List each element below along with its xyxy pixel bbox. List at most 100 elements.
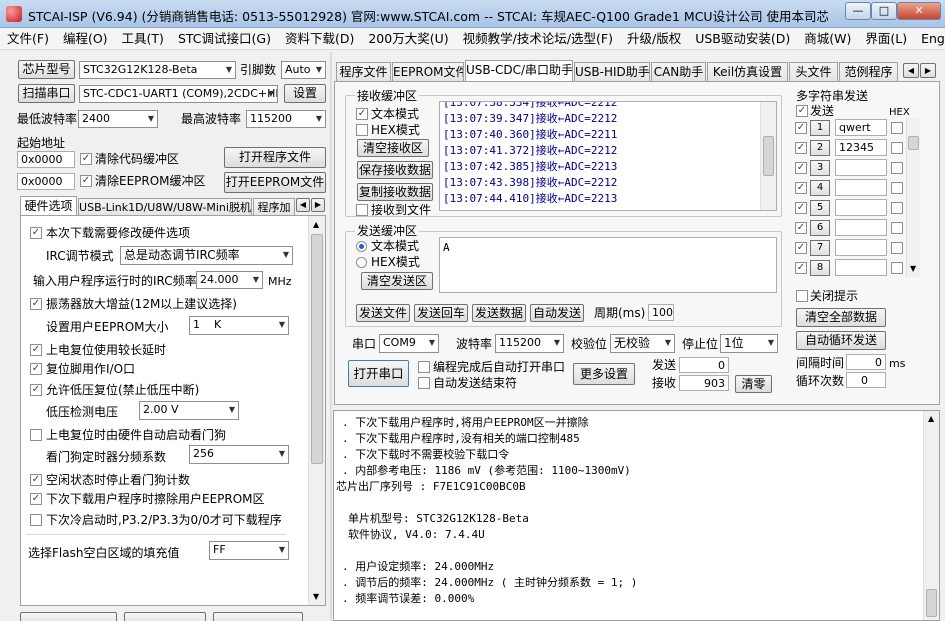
receive-text-area[interactable]: [13:07:38.334]接收←ADC=2212 [13:07:39.347]…	[439, 101, 777, 211]
multi-send-scrollbar[interactable]: ▼	[906, 118, 920, 278]
menu-upgrade[interactable]: 升级/版权	[620, 29, 688, 49]
auto-loop-send-button[interactable]: 自动循环发送	[796, 331, 886, 350]
chip-model-select[interactable]: STC32G12K128-Beta ▼	[79, 61, 236, 79]
tab-program-add[interactable]: 程序加	[253, 198, 295, 216]
auto-send-button[interactable]: 自动发送	[530, 304, 584, 322]
send-text-mode-radio[interactable]	[356, 241, 367, 252]
scrollbar-thumb[interactable]	[908, 136, 919, 150]
clear-count-button[interactable]: 清零	[735, 375, 772, 393]
multi-row-6-send-button[interactable]: 6	[810, 220, 830, 236]
receive-to-file-checkbox[interactable]	[356, 204, 368, 216]
tab-scroll-right-icon[interactable]: ▶	[311, 198, 325, 212]
auto-watchdog-checkbox[interactable]	[30, 429, 42, 441]
p32-p33-download-checkbox[interactable]	[30, 514, 42, 526]
auto-open-port-checkbox[interactable]	[418, 361, 430, 373]
multi-row-7-input[interactable]	[835, 239, 887, 256]
baud-rate-select[interactable]: 115200 ▼	[495, 334, 564, 353]
send-text-area[interactable]: A	[439, 237, 777, 293]
menu-debug[interactable]: STC调试接口(G)	[171, 29, 278, 49]
tab-keil-settings[interactable]: Keil仿真设置	[707, 62, 788, 81]
multi-row-4-hex-checkbox[interactable]	[891, 182, 903, 194]
menu-interface[interactable]: 界面(L)	[858, 29, 914, 49]
multi-row-1-send-button[interactable]: 1	[810, 120, 830, 136]
settings-button[interactable]: 设置	[284, 84, 326, 103]
receive-scrollbar[interactable]	[760, 102, 776, 210]
bottom-button-1[interactable]	[20, 612, 117, 621]
tab-usb-link[interactable]: USB-Link1D/U8W/U8W-Mini脱机	[78, 198, 252, 216]
menu-shop[interactable]: 商城(W)	[797, 29, 858, 49]
bottom-button-3[interactable]	[213, 612, 303, 621]
modify-hw-options-checkbox[interactable]: ✓	[30, 227, 42, 239]
menu-prize[interactable]: 200万大奖(U)	[361, 29, 455, 49]
erase-eeprom-checkbox[interactable]: ✓	[30, 493, 42, 505]
multi-row-2-hex-checkbox[interactable]	[891, 142, 903, 154]
scroll-down-icon[interactable]: ▼	[910, 264, 916, 273]
multi-row-1-input[interactable]: qwert	[835, 119, 887, 136]
multi-row-8-checkbox[interactable]: ✓	[795, 262, 807, 274]
menu-file[interactable]: 文件(F)	[0, 29, 56, 49]
lvd-voltage-select[interactable]: 2.00 V ▼	[139, 401, 239, 420]
user-freq-select[interactable]: 24.000 ▼	[196, 271, 263, 289]
menu-download[interactable]: 资料下载(D)	[278, 29, 361, 49]
low-voltage-reset-checkbox[interactable]: ✓	[30, 384, 42, 396]
serial-port-select[interactable]: COM9 ▼	[379, 334, 439, 353]
multi-row-3-input[interactable]	[835, 159, 887, 176]
recv-hex-mode-checkbox[interactable]	[356, 124, 368, 136]
minimize-button[interactable]: —	[845, 2, 871, 20]
multi-row-5-hex-checkbox[interactable]	[891, 202, 903, 214]
multi-row-3-send-button[interactable]: 3	[810, 160, 830, 176]
stop-bits-select[interactable]: 1位 ▼	[720, 334, 778, 353]
output-scrollbar[interactable]: ▲	[923, 411, 939, 620]
eeprom-start-address-input[interactable]: 0x0000	[17, 173, 75, 190]
multi-row-6-checkbox[interactable]: ✓	[795, 222, 807, 234]
eeprom-size-select[interactable]: 1 K ▼	[189, 316, 289, 335]
multi-row-8-input[interactable]	[835, 259, 887, 276]
more-settings-button[interactable]: 更多设置	[573, 363, 635, 385]
long-reset-delay-checkbox[interactable]: ✓	[30, 344, 42, 356]
code-start-address-input[interactable]: 0x0000	[17, 151, 75, 168]
scrollbar-thumb[interactable]	[311, 234, 323, 464]
recv-text-mode-checkbox[interactable]: ✓	[356, 108, 368, 120]
tab-header-file[interactable]: 头文件	[789, 62, 838, 81]
multi-row-3-hex-checkbox[interactable]	[891, 162, 903, 174]
multi-row-8-send-button[interactable]: 8	[810, 260, 830, 276]
multi-row-2-checkbox[interactable]: ✓	[795, 142, 807, 154]
save-receive-button[interactable]: 保存接收数据	[357, 161, 433, 179]
tab-scroll-left-icon[interactable]: ◀	[296, 198, 310, 212]
auto-end-char-checkbox[interactable]	[418, 377, 430, 389]
close-button[interactable]: ✕	[897, 2, 941, 20]
multi-row-2-send-button[interactable]: 2	[810, 140, 830, 156]
multi-row-4-send-button[interactable]: 4	[810, 180, 830, 196]
open-program-file-button[interactable]: 打开程序文件	[224, 147, 326, 168]
multi-send-enable-checkbox[interactable]: ✓	[796, 105, 808, 117]
tab-can-assistant[interactable]: CAN助手	[651, 62, 706, 81]
multi-row-7-checkbox[interactable]: ✓	[795, 242, 807, 254]
period-input[interactable]: 100	[648, 304, 674, 321]
multi-row-1-checkbox[interactable]: ✓	[795, 122, 807, 134]
output-log[interactable]: . 下次下载用户程序时,将用户EEPROM区一并擦除 . 下次下载用户程序时,没…	[333, 410, 940, 621]
send-hex-mode-radio[interactable]	[356, 257, 367, 268]
scrollbar-thumb[interactable]	[763, 136, 774, 176]
max-baud-select[interactable]: 115200 ▼	[246, 110, 326, 128]
menu-english[interactable]: English	[914, 29, 945, 49]
interval-input[interactable]: 0	[846, 354, 886, 370]
copy-receive-button[interactable]: 复制接收数据	[357, 183, 433, 201]
multi-row-5-input[interactable]	[835, 199, 887, 216]
multi-row-8-hex-checkbox[interactable]	[891, 262, 903, 274]
close-tip-checkbox[interactable]	[796, 290, 808, 302]
open-serial-port-button[interactable]: 打开串口	[348, 360, 409, 387]
tab-scroll-left-icon[interactable]: ◀	[903, 63, 919, 78]
clear-receive-button[interactable]: 清空接收区	[357, 139, 429, 157]
clear-send-button[interactable]: 清空发送区	[361, 272, 433, 290]
multi-row-6-input[interactable]	[835, 219, 887, 236]
scroll-down-icon[interactable]: ▼	[313, 592, 319, 601]
tab-hardware-options[interactable]: 硬件选项	[20, 196, 77, 216]
tab-eeprom-file[interactable]: EEPROM文件	[392, 62, 464, 81]
pin-count-select[interactable]: Auto ▼	[281, 61, 326, 79]
loop-count-input[interactable]: 0	[846, 372, 886, 388]
parity-select[interactable]: 无校验 ▼	[610, 334, 675, 353]
multi-row-7-hex-checkbox[interactable]	[891, 242, 903, 254]
multi-row-5-send-button[interactable]: 5	[810, 200, 830, 216]
menu-video[interactable]: 视频教学/技术论坛/选型(F)	[456, 29, 620, 49]
multi-row-4-checkbox[interactable]: ✓	[795, 182, 807, 194]
